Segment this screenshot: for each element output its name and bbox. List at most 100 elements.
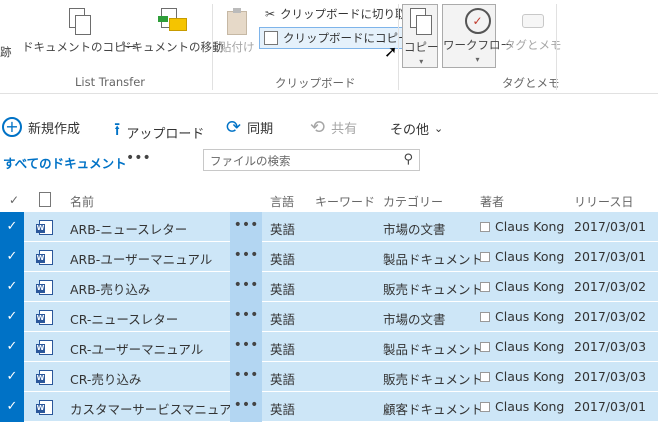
cell-release-date: 2017/03/02	[574, 309, 647, 324]
select-all-check[interactable]: ✓	[9, 193, 19, 207]
cell-release-date: 2017/03/01	[574, 219, 647, 234]
workflow-icon: ✓	[464, 8, 491, 34]
row-menu-button[interactable]: •••	[230, 392, 262, 422]
ribbon-separator	[212, 4, 213, 90]
workflow-button[interactable]: ✓ ワークフロー ▾	[443, 8, 512, 64]
search-input[interactable]: ファイルの検索 ⚲	[203, 149, 420, 171]
cell-language: 英語	[270, 372, 296, 387]
row-checkbox[interactable]: ✓	[0, 362, 24, 392]
copy-clipboard-icon	[264, 31, 278, 45]
sync-command[interactable]: ⟳ 同期	[226, 117, 273, 138]
cell-author[interactable]: Claus Kong	[495, 369, 564, 384]
list-body: ✓ W ARB-ニュースレター ••• 英語 市場の文書 Claus Kong 2017/03…	[0, 212, 658, 422]
word-doc-icon: W	[36, 310, 53, 325]
cell-language: 英語	[270, 222, 296, 237]
upload-command[interactable]: ⭱ アップロード	[114, 117, 204, 147]
tags-group-label: タグとメモ	[502, 76, 560, 90]
cell-name[interactable]: CR-売り込み	[70, 369, 141, 388]
ribbon-partial-label: 跡	[0, 45, 12, 59]
table-row[interactable]: ✓ W カスタマーサービスマニュアル ••• 英語 顧客ドキュメント Claus Kong 2…	[0, 392, 658, 422]
row-checkbox[interactable]: ✓	[0, 242, 24, 272]
row-checkbox[interactable]: ✓	[0, 212, 24, 242]
row-menu-button[interactable]: •••	[230, 362, 262, 392]
column-header-release[interactable]: リリース日	[574, 193, 633, 210]
cell-author[interactable]: Claus Kong	[495, 219, 564, 234]
row-menu-button[interactable]: •••	[230, 272, 262, 302]
column-header-name[interactable]: 名前	[70, 193, 94, 210]
tags-notes-label: タグとメモ	[504, 38, 562, 52]
new-command-label: 新規作成	[28, 121, 81, 137]
row-menu-button[interactable]: •••	[230, 212, 262, 242]
cell-author[interactable]: Claus Kong	[495, 339, 564, 354]
presence-indicator	[480, 282, 490, 292]
row-menu-button[interactable]: •••	[230, 302, 262, 332]
cell-author[interactable]: Claus Kong	[495, 279, 564, 294]
cell-name[interactable]: ARB-ニュースレター	[70, 219, 187, 238]
cell-name[interactable]: ARB-売り込み	[70, 279, 150, 298]
paste-button[interactable]: 貼付け	[220, 8, 255, 55]
move-document-button[interactable]: ドキュメントの移動	[120, 8, 224, 55]
share-icon: ⟲	[310, 117, 326, 138]
all-documents-view[interactable]: すべてのドキュメント	[3, 153, 127, 172]
copy-to-clipboard-button[interactable]: クリップボードにコピー ▾	[259, 27, 425, 49]
column-header-language[interactable]: 言語	[270, 193, 294, 210]
cell-name[interactable]: ARB-ユーザーマニュアル	[70, 249, 212, 268]
cell-category: 製品ドキュメント	[383, 252, 484, 267]
ribbon-separator	[556, 4, 557, 90]
presence-indicator	[480, 342, 490, 352]
doc-type-header-icon	[39, 192, 51, 207]
table-row[interactable]: ✓ W CR-ユーザーマニュアル ••• 英語 製品ドキュメント Claus Kong 201…	[0, 332, 658, 362]
cell-category: 顧客ドキュメント	[383, 402, 484, 417]
plus-circle-icon: +	[2, 117, 22, 137]
sync-icon: ⟳	[226, 117, 242, 138]
row-checkbox[interactable]: ✓	[0, 272, 24, 302]
row-checkbox[interactable]: ✓	[0, 332, 24, 362]
column-header-keyword[interactable]: キーワード	[315, 193, 375, 210]
cell-author[interactable]: Claus Kong	[495, 399, 564, 414]
cell-language: 英語	[270, 342, 296, 357]
cell-name[interactable]: CR-ユーザーマニュアル	[70, 339, 203, 358]
document-list: ✓ 名前 言語 キーワード カテゴリー 著者 リリース日 ✓ W ARB-ニュースレ…	[0, 188, 658, 422]
table-row[interactable]: ✓ W CR-売り込み ••• 英語 販売ドキュメント Claus Kong 2017/03/…	[0, 362, 658, 392]
cell-name[interactable]: CR-ニュースレター	[70, 309, 178, 328]
search-icon[interactable]: ⚲	[403, 152, 413, 167]
chevron-down-icon: ⌄	[434, 122, 444, 135]
view-more-button[interactable]: •••	[126, 150, 151, 166]
cell-author[interactable]: Claus Kong	[495, 249, 564, 264]
cut-to-clipboard-button[interactable]: ✂ クリップボードに切り取り	[265, 6, 418, 22]
table-row[interactable]: ✓ W ARB-ニュースレター ••• 英語 市場の文書 Claus Kong 2017/03…	[0, 212, 658, 242]
share-command[interactable]: ⟲ 共有	[310, 117, 357, 138]
cell-category: 販売ドキュメント	[383, 372, 484, 387]
cell-release-date: 2017/03/01	[574, 249, 647, 264]
word-doc-icon: W	[36, 340, 53, 355]
cell-release-date: 2017/03/03	[574, 369, 647, 384]
move-document-label: ドキュメントの移動	[120, 40, 224, 54]
cell-name[interactable]: カスタマーサービスマニュアル	[70, 399, 244, 418]
cell-author[interactable]: Claus Kong	[495, 309, 564, 324]
presence-indicator	[480, 372, 490, 382]
cell-language: 英語	[270, 312, 296, 327]
new-command[interactable]: + 新規作成	[2, 117, 80, 137]
cell-language: 英語	[270, 282, 296, 297]
more-command-label: その他	[390, 123, 430, 138]
tag-icon	[520, 8, 546, 34]
column-header-author[interactable]: 著者	[480, 193, 504, 210]
column-header-category[interactable]: カテゴリー	[383, 193, 443, 210]
cell-category: 製品ドキュメント	[383, 342, 484, 357]
word-doc-icon: W	[36, 280, 53, 295]
row-checkbox[interactable]: ✓	[0, 302, 24, 332]
row-menu-button[interactable]: •••	[230, 332, 262, 362]
table-row[interactable]: ✓ W CR-ニュースレター ••• 英語 市場の文書 Claus Kong 2017/03/…	[0, 302, 658, 332]
row-checkbox[interactable]: ✓	[0, 392, 24, 422]
copy-icon	[410, 8, 433, 36]
upload-icon: ⭱	[114, 119, 121, 140]
copy-button[interactable]: コピー ▾	[404, 8, 439, 66]
share-command-label: 共有	[331, 122, 358, 137]
row-menu-button[interactable]: •••	[230, 242, 262, 272]
more-command[interactable]: その他 ⌄	[390, 119, 443, 138]
table-row[interactable]: ✓ W ARB-ユーザーマニュアル ••• 英語 製品ドキュメント Claus Kong 20…	[0, 242, 658, 272]
paste-label: 貼付け	[220, 40, 255, 54]
copy-document-icon	[68, 8, 91, 36]
table-row[interactable]: ✓ W ARB-売り込み ••• 英語 販売ドキュメント Claus Kong 2017/03…	[0, 272, 658, 302]
tags-notes-button[interactable]: タグとメモ	[504, 8, 562, 53]
